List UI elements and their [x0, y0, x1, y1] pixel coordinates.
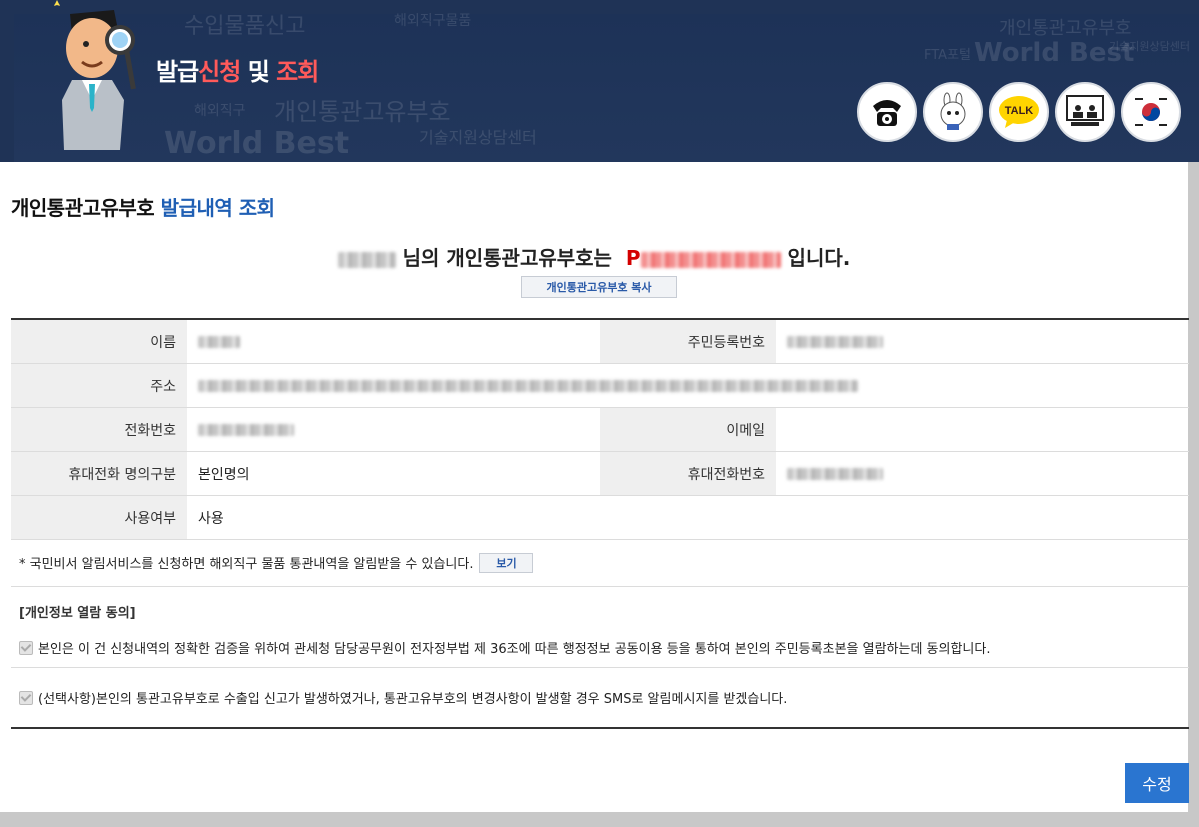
rrn-label: 주민등록번호 [600, 319, 776, 364]
customs-code: P [626, 246, 781, 270]
mobile-type-value: 본인명의 [187, 451, 600, 496]
phone-value [187, 407, 600, 452]
notice-row: * 국민비서 알림서비스를 신청하면 해외직구 물품 통관내역을 알림받을 수 … [11, 539, 1189, 587]
consent-checkbox-1[interactable] [19, 640, 33, 655]
phone-icon[interactable] [857, 82, 917, 142]
rrn-value [776, 319, 1189, 364]
use-label: 사용여부 [11, 495, 187, 540]
mobile-value [776, 451, 1189, 496]
name-label: 이름 [11, 319, 187, 364]
phone-label: 전화번호 [11, 407, 187, 452]
mascot-illustration [54, 0, 136, 150]
edit-button[interactable]: 수정 [1125, 763, 1189, 803]
korea-gov-icon[interactable] [1121, 82, 1181, 142]
name-value [187, 319, 600, 364]
video-consult-icon[interactable] [1055, 82, 1115, 142]
notice-text: * 국민비서 알림서비스를 신청하면 해외직구 물품 통관내역을 알림받을 수 … [19, 557, 474, 572]
banner-title: 발급신청 및 조회 [156, 58, 319, 86]
chatbot-icon[interactable] [923, 82, 983, 142]
main-content: 개인통관고유부호 발급내역 조회 님의 개인통관고유부호는 P 입니다. 개인통… [0, 162, 1189, 812]
page-title: 개인통관고유부호 발급내역 조회 [11, 196, 275, 220]
consent-checkbox-2[interactable] [19, 690, 33, 705]
header-banner: 수입물품신고 해외직구물품 개인통관고유부호 World Best 기술지원상담… [0, 0, 1199, 162]
scroll-gutter [1188, 162, 1199, 827]
consent-text-1: 본인은 이 건 신청내역의 정확한 검증을 위하여 관세청 담당공무원이 전자정… [38, 642, 991, 657]
consent-text-2: (선택사항)본인의 통관고유부호로 수출입 신고가 발생하였거나, 통관고유부호… [38, 692, 788, 707]
result-message: 님의 개인통관고유부호는 P 입니다. [0, 242, 1188, 271]
mobile-type-label: 휴대전화 명의구분 [11, 451, 187, 496]
address-value [187, 363, 1189, 408]
view-button[interactable]: 보기 [479, 552, 534, 573]
email-value [776, 407, 1189, 452]
table-row: 주소 [11, 363, 1189, 408]
email-label: 이메일 [600, 407, 776, 452]
consent-item-2: (선택사항)본인의 통관고유부호로 수출입 신고가 발생하였거나, 통관고유부호… [11, 668, 1189, 729]
masked-name [337, 251, 396, 268]
table-row: 휴대전화 명의구분 본인명의 휴대전화번호 [11, 451, 1189, 496]
quick-service-icons: TALK [857, 82, 1181, 142]
svg-text:TALK: TALK [1005, 105, 1034, 117]
mobile-label: 휴대전화번호 [600, 451, 776, 496]
copy-code-button[interactable]: 개인통관고유부호 복사 [521, 276, 677, 298]
applicant-info-table: 이름 주민등록번호 주소 전화번호 이메일 휴대전화 명의구분 본인명의 휴대전… [11, 318, 1189, 540]
table-row: 사용여부 사용 [11, 495, 1189, 540]
consent-item-1: 본인은 이 건 신청내역의 정확한 검증을 위하여 관세청 담당공무원이 전자정… [11, 628, 1189, 668]
use-value: 사용 [187, 495, 1189, 540]
address-label: 주소 [11, 363, 187, 408]
talk-icon[interactable]: TALK [989, 82, 1049, 142]
table-row: 이름 주민등록번호 [11, 319, 1189, 364]
table-row: 전화번호 이메일 [11, 407, 1189, 452]
consent-title: [개인정보 열람 동의] [19, 606, 136, 621]
